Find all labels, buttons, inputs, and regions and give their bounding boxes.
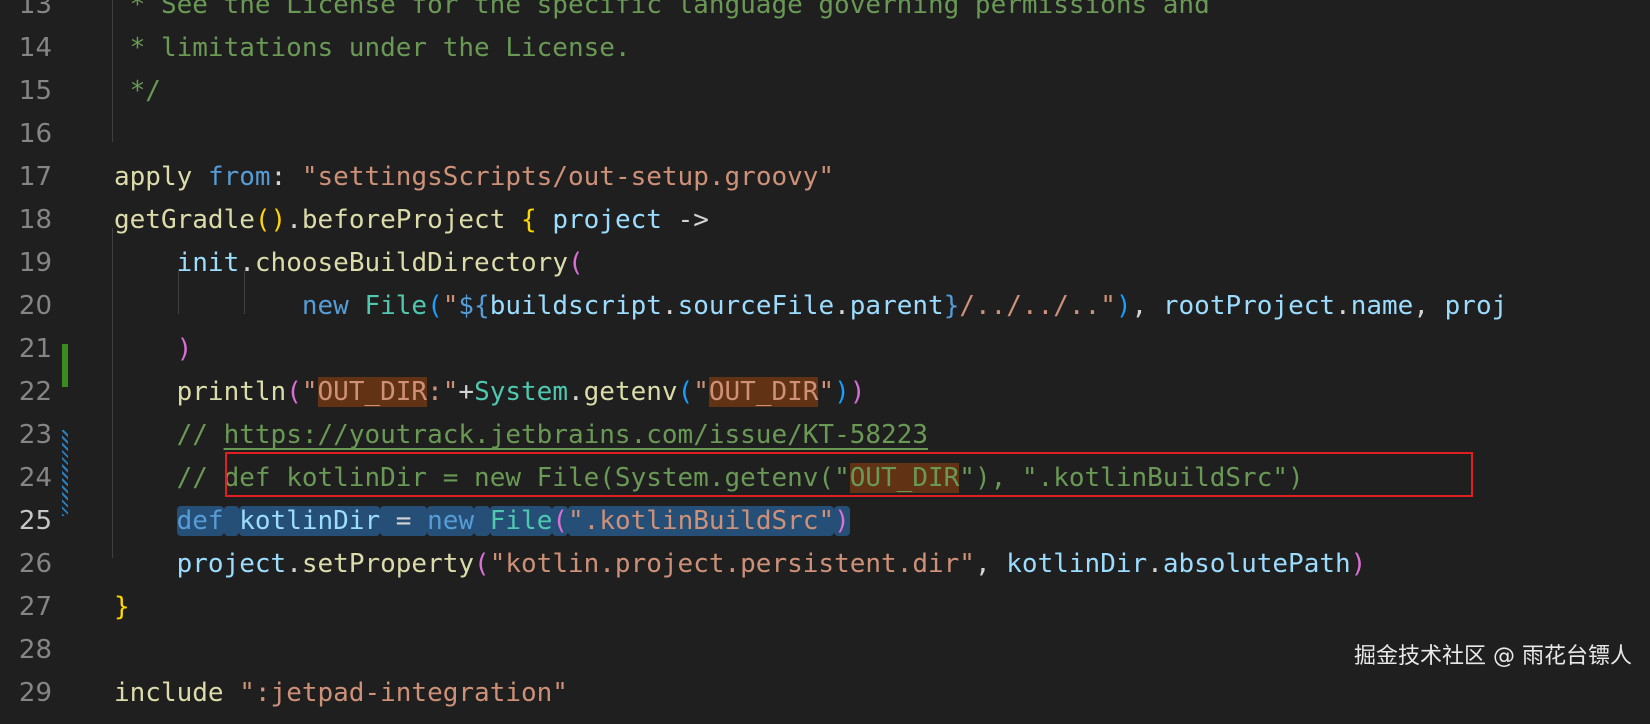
code-text: getGradle().beforeProject { project -> [114,205,709,235]
line-number: 26 [18,549,52,579]
code-line: 15 */ [0,70,1650,113]
line-number: 16 [18,119,52,149]
line-number: 21 [18,334,52,364]
line-number: 29 [18,678,52,708]
code-line: 23 // https://youtrack.jetbrains.com/iss… [0,414,1650,457]
code-text: project.setProperty("kotlin.project.pers… [176,549,1367,579]
code-line: 22 println("OUT_DIR:"+System.getenv("OUT… [0,371,1650,414]
line-number: 23 [18,420,52,450]
code-text: new File("${buildscript.sourceFile.paren… [301,291,1508,321]
line-number: 14 [18,33,52,63]
code-text-selected[interactable]: def kotlinDir = new File(".kotlinBuildSr… [114,500,850,543]
code-line: 29 include ":jetpad-integration" [0,672,1650,715]
code-text: * limitations under the License. [114,33,631,63]
code-text: // https://youtrack.jetbrains.com/issue/… [176,420,928,450]
code-text: include ":jetpad-integration" [114,678,568,708]
code-text: println("OUT_DIR:"+System.getenv("OUT_DI… [176,377,866,407]
annotation-highlight-box [225,452,1473,497]
code-line: 16 [0,113,1650,156]
code-line: 27 } [0,586,1650,629]
code-line: 20 new File("${buildscript.sourceFile.pa… [0,285,1650,328]
watermark: 掘金技术社区 @ 雨花台镖人 [1354,644,1632,669]
line-number: 13 [18,0,52,20]
code-text: ) [176,334,193,364]
code-text: init.chooseBuildDirectory( [176,248,584,278]
line-number: 24 [18,463,52,493]
line-number: 17 [18,162,52,192]
code-line: 19 init.chooseBuildDirectory( [0,242,1650,285]
code-text: apply from: "settingsScripts/out-setup.g… [114,162,835,192]
line-number: 20 [18,291,52,321]
code-text: */ [114,76,161,106]
code-line: 14 * limitations under the License. [0,27,1650,70]
code-line-current: 25 def kotlinDir = new File(".kotlinBuil… [0,500,1650,543]
line-number: 19 [18,248,52,278]
code-line: 17 apply from: "settingsScripts/out-setu… [0,156,1650,199]
line-number: 15 [18,76,52,106]
line-number: 25 [18,506,52,536]
line-number: 22 [18,377,52,407]
code-line: 13 * See the License for the specific la… [0,0,1650,27]
line-number: 18 [18,205,52,235]
code-editor[interactable]: 13 * See the License for the specific la… [0,0,1650,724]
code-line: 26 project.setProperty("kotlin.project.p… [0,543,1650,586]
code-text: } [114,592,130,622]
code-line: 21 ) [0,328,1650,371]
line-number: 27 [18,592,52,622]
code-line: 18 getGradle().beforeProject { project -… [0,199,1650,242]
line-number: 28 [18,635,52,665]
code-text: * See the License for the specific langu… [114,0,1210,20]
